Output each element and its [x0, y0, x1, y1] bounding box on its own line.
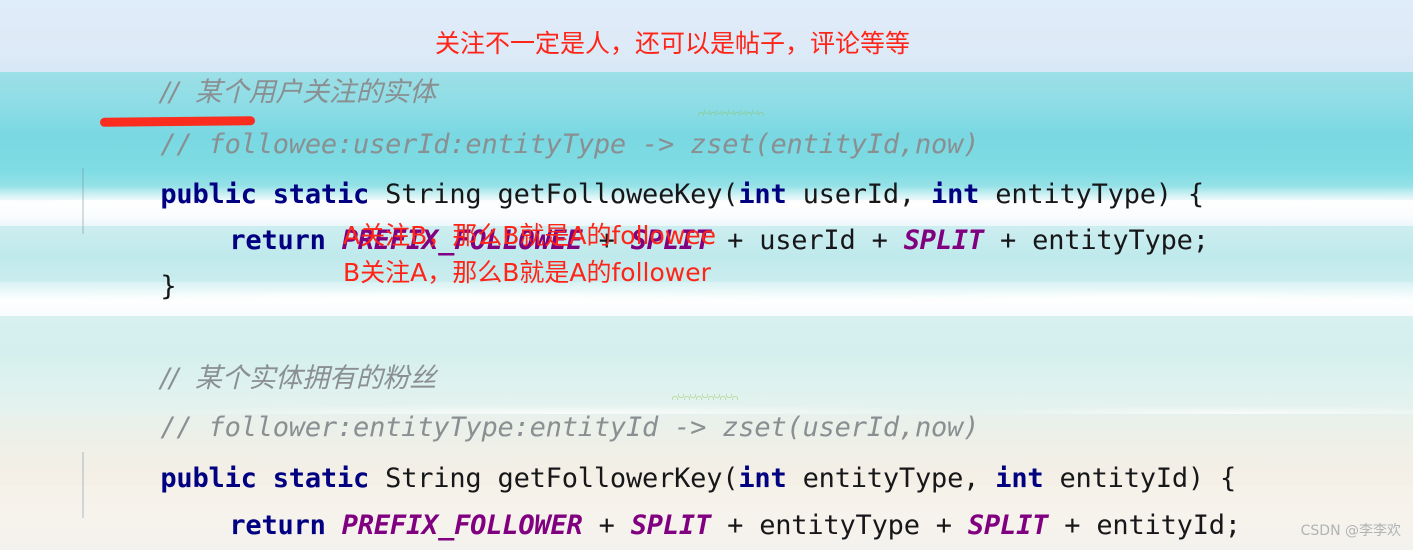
keyword-token: return	[229, 225, 342, 256]
constant-token: PREFIX_FOLLOWER	[341, 510, 583, 541]
plain-token: +	[582, 510, 631, 541]
constant-token: SPLIT	[967, 510, 1049, 541]
constant-token: SPLIT	[630, 510, 712, 541]
csdn-watermark: CSDN @李李欢	[1300, 523, 1401, 539]
plain-token: }	[160, 271, 177, 302]
plain-token: + entityType +	[711, 510, 968, 541]
plain-token: + userId +	[711, 225, 904, 256]
annotation-top-note: 关注不一定是人，还可以是帖子，评论等等	[435, 29, 911, 58]
code-line-return-follower[interactable]: return PREFIX_FOLLOWER + SPLIT + entityT…	[133, 455, 1241, 550]
code-editor-screenshot: // 某个用户关注的实体 // followee:userId:entityTy…	[0, 0, 1413, 550]
spellcheck-squiggle-icon	[672, 394, 738, 400]
constant-token: SPLIT	[903, 225, 984, 256]
red-marker-underline-annotation	[99, 116, 256, 127]
annotation-follower-definition: B关注A，那么B就是A的follower	[343, 258, 711, 287]
spellcheck-squiggle-icon	[698, 110, 764, 116]
code-line-close-follower[interactable]: }	[64, 500, 176, 550]
plain-token: + entityType;	[983, 225, 1209, 256]
annotation-followee-definition: A关注B，那么B就是A的followee	[343, 221, 716, 250]
keyword-token: return	[229, 510, 342, 541]
plain-token: + entityId;	[1048, 510, 1241, 541]
